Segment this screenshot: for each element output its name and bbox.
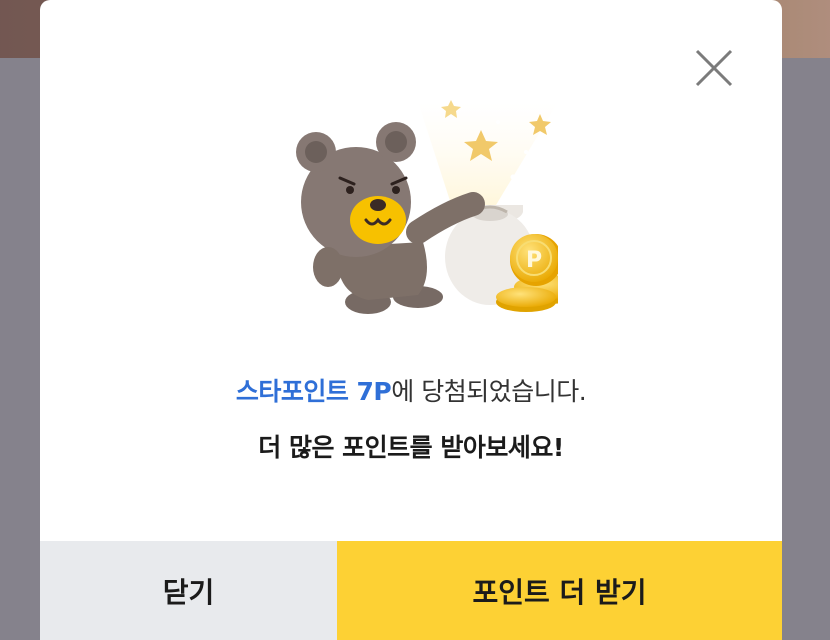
reward-message-rest: 에 당첨되었습니다. [391, 377, 587, 406]
bear-with-point-bag-illustration: P [296, 100, 558, 314]
close-button-label: 닫기 [162, 575, 215, 609]
close-button[interactable] [690, 44, 738, 92]
point-reward-modal: P 스타포인트 7P에 당첨되었습니다. 더 많은 포인트를 받아보세요! 닫기… [40, 0, 782, 640]
get-more-points-button[interactable]: 포인트 더 받기 [337, 541, 782, 640]
get-more-points-label: 포인트 더 받기 [472, 575, 647, 609]
close-icon [695, 49, 733, 87]
reward-message: 스타포인트 7P에 당첨되었습니다. [40, 372, 782, 408]
close-text-button[interactable]: 닫기 [40, 541, 337, 640]
reward-points-highlight: 스타포인트 7P [235, 377, 392, 406]
coin-p-letter: P [526, 248, 542, 273]
more-points-message: 더 많은 포인트를 받아보세요! [258, 433, 564, 462]
